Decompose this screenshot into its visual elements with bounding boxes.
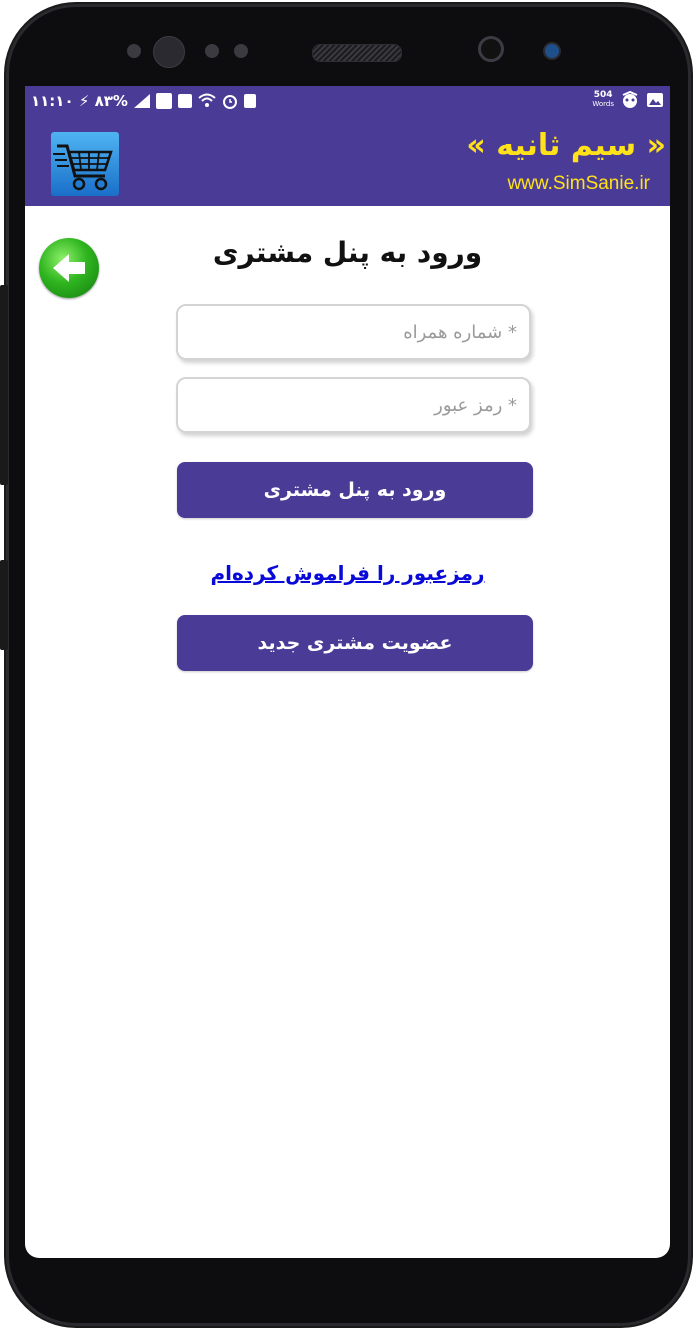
status-left: ۱۱:۱۰ ⚡ ۸۳% xyxy=(31,92,256,110)
password-field[interactable] xyxy=(176,377,531,433)
sensor-dot xyxy=(205,44,219,58)
power-button xyxy=(0,560,8,650)
status-right: 504 Words xyxy=(592,91,664,109)
iris-sensor xyxy=(543,42,561,60)
sensor-dot xyxy=(234,44,248,58)
signal-icon xyxy=(133,94,150,108)
phone-field[interactable] xyxy=(176,304,531,360)
signal-box-icon xyxy=(155,93,172,109)
phone-input[interactable] xyxy=(178,306,529,358)
login-button[interactable]: ورود به پنل مشتری xyxy=(177,462,533,518)
brand-title: « سیم ثانیه » xyxy=(466,128,666,163)
sim-icon xyxy=(177,94,192,108)
app-screen: ۱۱:۱۰ ⚡ ۸۳% 504 Words « سیم ثانیه » www.… xyxy=(25,86,670,1258)
time-battery-text: ۱۱:۱۰ ⚡ ۸۳% xyxy=(31,92,128,110)
wifi-icon xyxy=(198,93,216,107)
alarm-icon xyxy=(222,95,237,109)
words-label: Words xyxy=(592,100,614,108)
notification-icon xyxy=(243,94,256,108)
earpiece-speaker xyxy=(312,44,402,62)
page-title: ورود به پنل مشتری xyxy=(212,236,483,269)
sensor-lens xyxy=(153,36,185,68)
brand-url[interactable]: www.SimSanie.ir xyxy=(507,173,650,195)
sensor-dot xyxy=(127,44,141,58)
phone-frame: ۱۱:۱۰ ⚡ ۸۳% 504 Words « سیم ثانیه » www.… xyxy=(0,0,695,1328)
password-input[interactable] xyxy=(178,379,529,431)
app-header: « سیم ثانیه » www.SimSanie.ir xyxy=(25,118,670,206)
forgot-password-link[interactable]: رمزعبور را فراموش کرده‌ام xyxy=(25,561,670,585)
bottom-bezel xyxy=(20,1258,675,1318)
register-button[interactable]: عضویت مشتری جدید xyxy=(177,615,533,671)
words-counter: 504 Words xyxy=(592,91,614,109)
app-notification-icon xyxy=(622,91,638,108)
status-bar: ۱۱:۱۰ ⚡ ۸۳% 504 Words xyxy=(25,86,670,118)
image-icon xyxy=(647,93,663,107)
words-count: 504 xyxy=(593,90,613,100)
front-camera-icon xyxy=(478,36,504,62)
volume-button xyxy=(0,285,8,485)
top-bezel xyxy=(0,0,695,86)
shopping-cart-icon[interactable] xyxy=(51,132,119,196)
